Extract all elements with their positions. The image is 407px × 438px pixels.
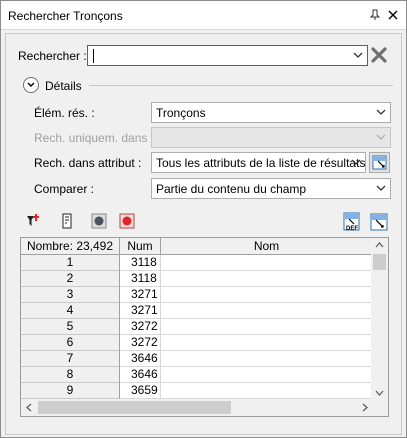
title-bar[interactable]: Rechercher Tronçons xyxy=(1,1,406,30)
chevron-down-icon[interactable] xyxy=(353,52,363,59)
row-number[interactable]: 4 xyxy=(21,303,120,319)
column-header-num[interactable]: Num xyxy=(120,238,161,255)
row-number[interactable]: 9 xyxy=(21,383,120,399)
scroll-down-icon[interactable] xyxy=(375,390,384,396)
pin-icon[interactable] xyxy=(367,7,383,23)
def-icon: DEF xyxy=(343,212,360,232)
vertical-scrollbar[interactable] xyxy=(371,238,388,400)
cell-num[interactable]: 3272 xyxy=(120,335,161,351)
chevron-down-icon xyxy=(376,134,386,140)
rech-attr-value: Tous les attributs de la liste de résult… xyxy=(156,156,366,170)
record-gray-button[interactable] xyxy=(89,211,109,231)
row-number[interactable]: 1 xyxy=(21,255,120,271)
attr-picker-button[interactable] xyxy=(369,152,390,173)
filter-add-icon xyxy=(27,214,39,226)
record-red-button[interactable] xyxy=(117,211,137,231)
cell-num[interactable]: 3646 xyxy=(120,351,161,367)
chevron-down-icon xyxy=(376,185,386,191)
row-number[interactable]: 3 xyxy=(21,287,120,303)
elem-res-select[interactable]: Tronçons xyxy=(151,102,391,123)
window-title: Rechercher Tronçons xyxy=(8,9,123,23)
comparer-select[interactable]: Partie du contenu du champ xyxy=(151,178,391,199)
rech-uniquem-label: Rech. uniquem. dans : xyxy=(34,131,155,145)
column-header-nom[interactable]: Nom xyxy=(161,238,373,255)
details-separator xyxy=(89,85,393,86)
select-button[interactable] xyxy=(368,211,390,233)
scroll-right-icon[interactable] xyxy=(362,403,368,412)
search-label: Rechercher : xyxy=(18,49,87,63)
cell-num[interactable]: 3271 xyxy=(120,287,161,303)
details-label: Détails xyxy=(45,79,82,93)
cell-num[interactable]: 3659 xyxy=(120,383,161,399)
scroll-up-icon[interactable] xyxy=(375,242,384,248)
cell-nom[interactable] xyxy=(161,351,373,367)
comparer-label: Comparer : xyxy=(34,182,95,196)
row-number[interactable]: 5 xyxy=(21,319,120,335)
search-input[interactable] xyxy=(87,45,368,66)
elem-res-label: Élém. rés. : xyxy=(34,106,95,120)
chevron-down-icon xyxy=(351,159,361,165)
details-expander[interactable] xyxy=(23,77,39,93)
close-icon[interactable] xyxy=(385,7,401,23)
rech-attr-label: Rech. dans attribut : xyxy=(34,156,142,170)
cell-nom[interactable] xyxy=(161,319,373,335)
chevron-down-icon xyxy=(376,109,386,115)
cell-nom[interactable] xyxy=(161,383,373,399)
record-gray-icon xyxy=(91,213,107,229)
search-dialog: Rechercher Tronçons Rechercher : Détails… xyxy=(0,0,407,438)
results-grid[interactable]: Nombre: 23,492 Num Nom 1 3118 2 3118 3 3271 4 3… xyxy=(20,237,389,417)
cell-nom[interactable] xyxy=(161,367,373,383)
cell-nom[interactable] xyxy=(161,335,373,351)
scroll-corner xyxy=(371,399,388,416)
horizontal-scrollbar[interactable] xyxy=(21,399,373,416)
clear-x-icon xyxy=(371,47,387,63)
cell-num[interactable]: 3118 xyxy=(120,271,161,287)
cell-nom[interactable] xyxy=(161,303,373,319)
cell-nom[interactable] xyxy=(161,271,373,287)
cell-nom[interactable] xyxy=(161,287,373,303)
scroll-left-icon[interactable] xyxy=(26,403,32,412)
vertical-scroll-thumb[interactable] xyxy=(373,254,386,270)
select-icon xyxy=(372,155,387,170)
search-panel: Rechercher : Détails Élém. rés. : Tronço… xyxy=(5,33,402,435)
list-export-icon xyxy=(62,213,72,229)
cell-nom[interactable] xyxy=(161,255,373,271)
cell-num[interactable]: 3272 xyxy=(120,319,161,335)
def-button[interactable]: DEF xyxy=(341,211,363,233)
select-icon xyxy=(370,213,388,231)
record-red-icon xyxy=(119,213,135,229)
list-export-button[interactable] xyxy=(57,211,77,231)
row-number[interactable]: 7 xyxy=(21,351,120,367)
chevron-down-icon xyxy=(27,82,35,87)
row-number[interactable]: 2 xyxy=(21,271,120,287)
row-number[interactable]: 8 xyxy=(21,367,120,383)
rech-uniquem-select xyxy=(151,127,391,148)
text-caret xyxy=(93,49,94,63)
filter-add-button[interactable] xyxy=(23,211,43,231)
rech-attr-select[interactable]: Tous les attributs de la liste de résult… xyxy=(151,152,366,173)
cell-num[interactable]: 3646 xyxy=(120,367,161,383)
cell-num[interactable]: 3271 xyxy=(120,303,161,319)
horizontal-scroll-thumb[interactable] xyxy=(38,401,231,414)
clear-search-button[interactable] xyxy=(369,45,389,65)
count-header: Nombre: 23,492 xyxy=(21,238,120,255)
comparer-value: Partie du contenu du champ xyxy=(156,182,307,196)
cell-num[interactable]: 3118 xyxy=(120,255,161,271)
def-text: DEF xyxy=(346,226,358,232)
row-number[interactable]: 6 xyxy=(21,335,120,351)
elem-res-value: Tronçons xyxy=(156,106,206,120)
